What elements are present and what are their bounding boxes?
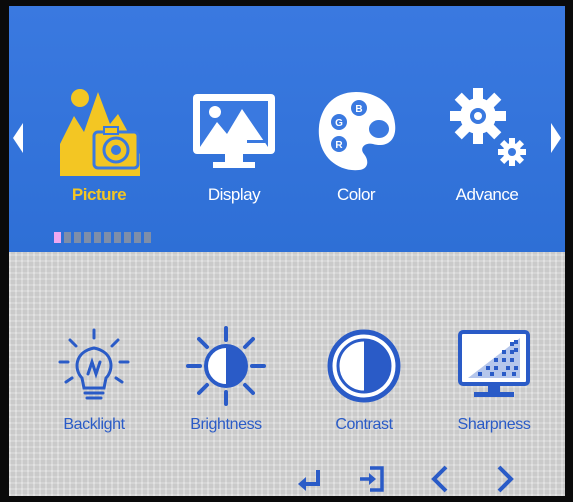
scroll-left-arrow-icon[interactable] [11, 121, 25, 155]
palette-letter: B [355, 104, 362, 115]
lightbulb-icon [54, 326, 134, 406]
page-indicator-segment [64, 232, 71, 243]
page-indicator [54, 232, 151, 243]
page-indicator-segment [94, 232, 101, 243]
page-indicator-segment [84, 232, 91, 243]
page-indicator-segment [124, 232, 131, 243]
submenu-item-brightness[interactable]: Brightness [171, 326, 281, 446]
monitor-frame: Picture Display B G R Color Advance Back… [0, 0, 573, 502]
sharpness-icon [454, 326, 534, 406]
page-indicator-segment [74, 232, 81, 243]
menu-item-label: Color [336, 185, 376, 204]
gear-icon [440, 84, 535, 179]
osd-screen: Picture Display B G R Color Advance Back… [9, 6, 565, 496]
palette-letter: G [335, 118, 343, 129]
submenu-item-label: Brightness [190, 416, 262, 433]
submenu-item-label: Sharpness [457, 416, 531, 433]
submenu-item-contrast[interactable]: Contrast [309, 326, 419, 446]
palette-letter: R [335, 140, 343, 151]
scroll-right-arrow-icon[interactable] [549, 121, 563, 155]
submenu-item-backlight[interactable]: Backlight [39, 326, 149, 446]
menu-item-label: Advance [455, 185, 519, 204]
page-indicator-segment [104, 232, 111, 243]
navigation-bar [294, 464, 534, 496]
color-palette-icon: B G R [309, 84, 404, 179]
main-menu-panel: Picture Display B G R Color Advance [9, 6, 565, 252]
page-indicator-segment [54, 232, 61, 243]
menu-item-color[interactable]: B G R Color [301, 84, 411, 219]
picture-icon [52, 84, 147, 179]
menu-item-advance[interactable]: Advance [432, 84, 542, 219]
page-indicator-segment [144, 232, 151, 243]
page-indicator-segment [134, 232, 141, 243]
menu-item-picture[interactable]: Picture [44, 84, 154, 219]
menu-item-label: Picture [71, 185, 127, 204]
submenu-item-label: Contrast [335, 416, 393, 433]
enter-icon[interactable] [294, 464, 324, 494]
prev-chevron-icon[interactable] [426, 464, 456, 494]
menu-item-label: Display [207, 185, 261, 204]
page-indicator-segment [114, 232, 121, 243]
contrast-icon [324, 326, 404, 406]
menu-item-display[interactable]: Display [179, 84, 289, 219]
sun-icon [186, 326, 266, 406]
submenu-item-label: Backlight [63, 416, 125, 433]
display-icon [187, 84, 282, 179]
exit-icon[interactable] [356, 464, 386, 494]
submenu-item-sharpness[interactable]: Sharpness [439, 326, 549, 446]
next-chevron-icon[interactable] [489, 464, 519, 494]
